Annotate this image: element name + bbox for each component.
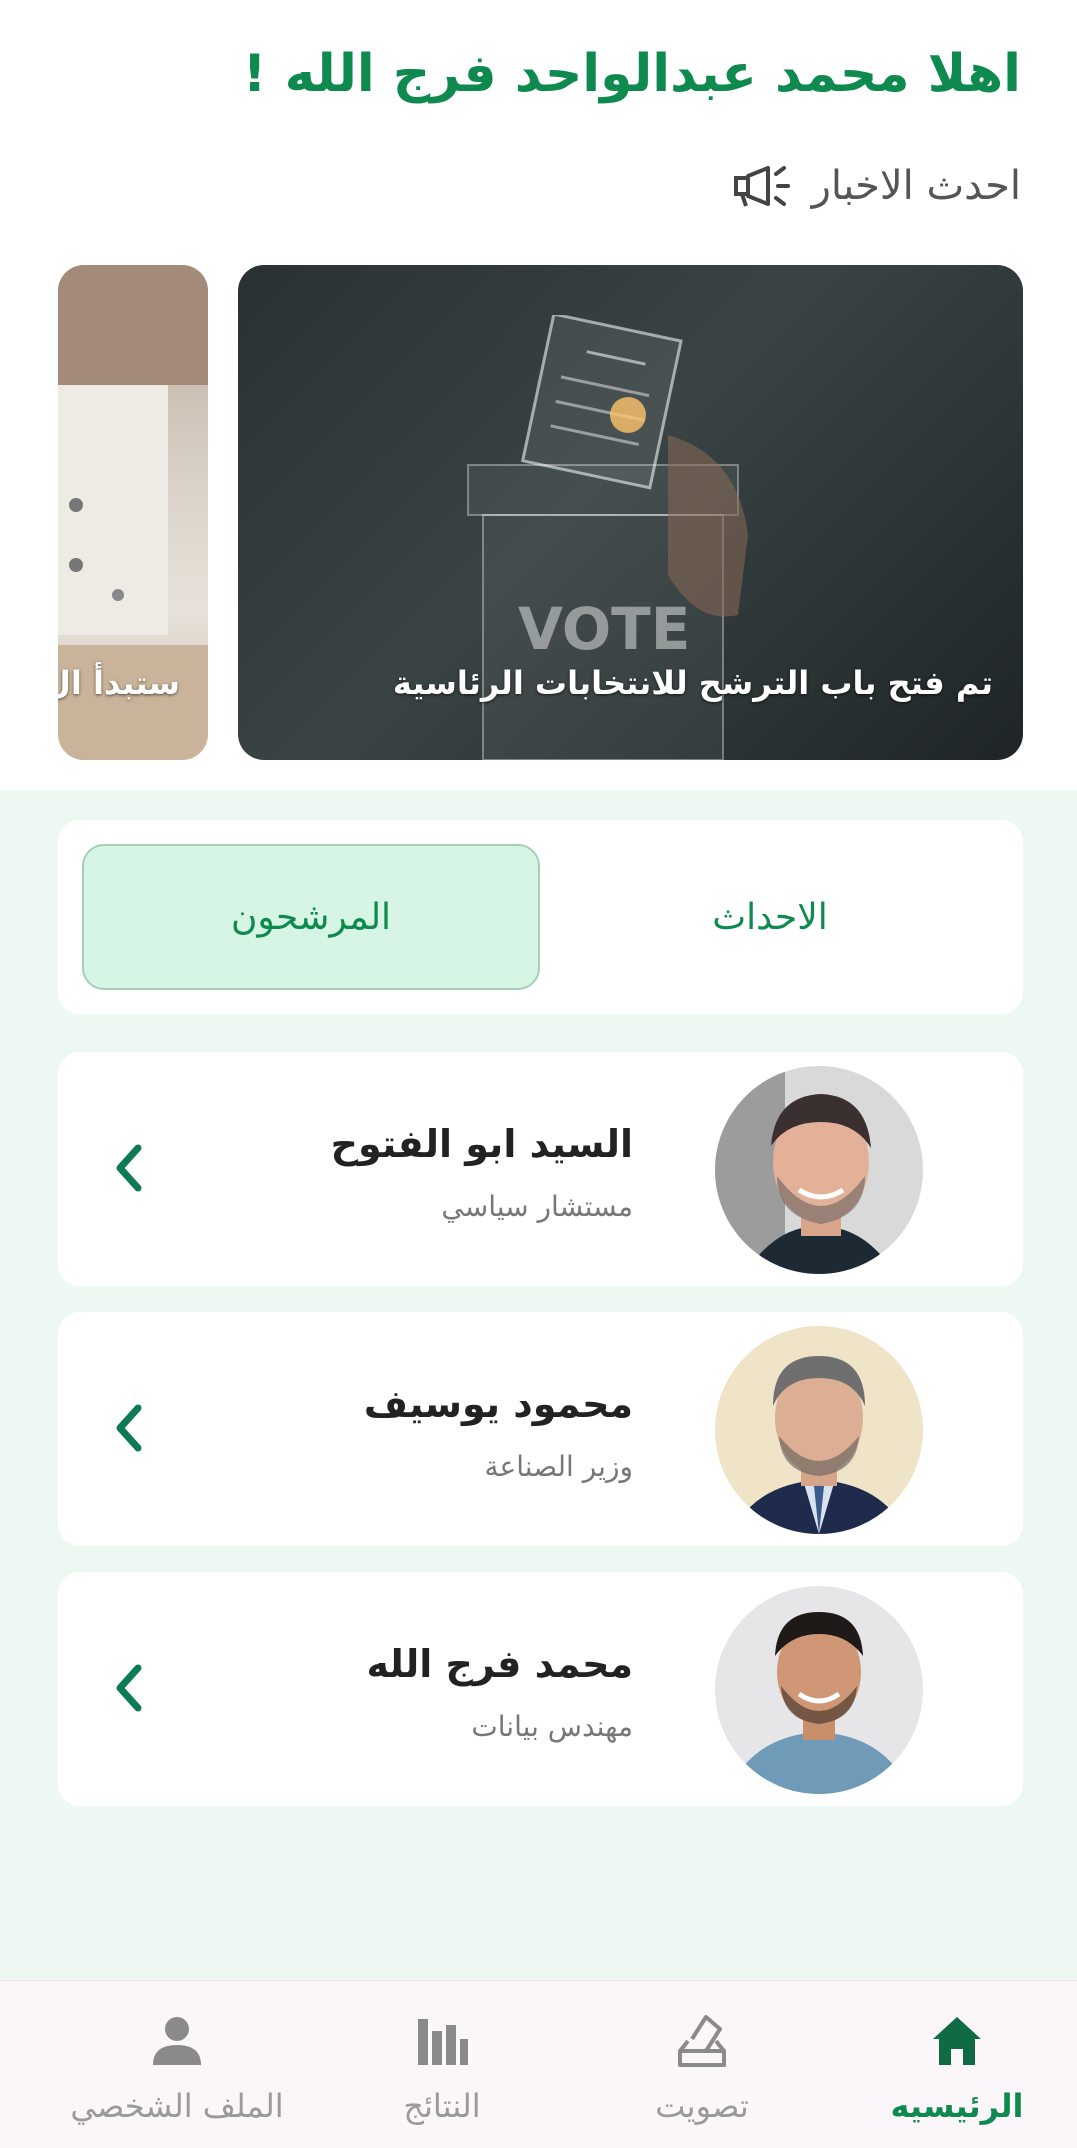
tab-bar: الاحداث المرشحون [58, 820, 1023, 1014]
nav-profile-label: الملف الشخصي [70, 2087, 284, 2125]
person-icon [153, 2017, 201, 2065]
nav-home-label: الرئيسيه [890, 2087, 1024, 2125]
bottom-nav: الرئيسيه تصويت النتائج الملف الشخصي [0, 1980, 1077, 2148]
tab-candidates[interactable]: المرشحون [82, 844, 540, 990]
avatar [715, 1326, 923, 1534]
candidate-role: مستشار سياسي [441, 1190, 633, 1223]
candidate-name: السيد ابو الفتوح [330, 1122, 633, 1166]
nav-home[interactable]: الرئيسيه [837, 1991, 1077, 2141]
avatar [715, 1066, 923, 1274]
chevron-left-icon[interactable] [112, 1662, 146, 1714]
home-icon [933, 2017, 981, 2065]
ballot-icon [678, 2015, 726, 2067]
chevron-left-icon[interactable] [112, 1142, 146, 1194]
vote-image-text: VOTE [518, 595, 691, 663]
candidate-name: محمود يوسيف [363, 1382, 633, 1426]
candidate-card[interactable]: محمد فرج الله مهندس بيانات [58, 1572, 1023, 1806]
greeting-title: اهلا محمد عبدالواحد فرج الله ! [242, 44, 1021, 104]
tab-events[interactable]: الاحداث [541, 844, 999, 990]
avatar [715, 1586, 923, 1794]
content-section: الاحداث المرشحون السيد ابو الفتوح مستشار… [0, 790, 1077, 1980]
candidate-role: وزير الصناعة [484, 1450, 633, 1483]
news-card-1[interactable]: VOTE تم فتح باب الترشح للانتخابات الرئاس… [238, 265, 1023, 760]
nav-vote-label: تصويت [655, 2087, 749, 2125]
news-carousel[interactable]: ستبدأ ال VOTE تم فتح باب الترشح للانتخاب… [0, 265, 1077, 760]
candidate-name: محمد فرج الله [366, 1642, 633, 1686]
news-title: احدث الاخبار [811, 163, 1021, 209]
candidate-role: مهندس بيانات [471, 1710, 633, 1743]
app-screen: اهلا محمد عبدالواحد فرج الله ! احدث الاخ… [0, 0, 1077, 2148]
megaphone-icon [733, 166, 790, 207]
news-caption-2: ستبدأ ال [58, 664, 180, 702]
news-card-2[interactable]: ستبدأ ال [58, 265, 208, 760]
chevron-left-icon[interactable] [112, 1402, 146, 1454]
news-header: احدث الاخبار [730, 162, 1021, 210]
nav-vote[interactable]: تصويت [582, 1991, 822, 2141]
nav-profile[interactable]: الملف الشخصي [57, 1991, 297, 2141]
bar-chart-icon [418, 2019, 468, 2065]
nav-results[interactable]: النتائج [322, 1991, 562, 2141]
news-caption-1: تم فتح باب الترشح للانتخابات الرئاسية [392, 664, 993, 702]
candidate-card[interactable]: محمود يوسيف وزير الصناعة [58, 1312, 1023, 1546]
candidate-card[interactable]: السيد ابو الفتوح مستشار سياسي [58, 1052, 1023, 1286]
nav-results-label: النتائج [403, 2087, 481, 2125]
